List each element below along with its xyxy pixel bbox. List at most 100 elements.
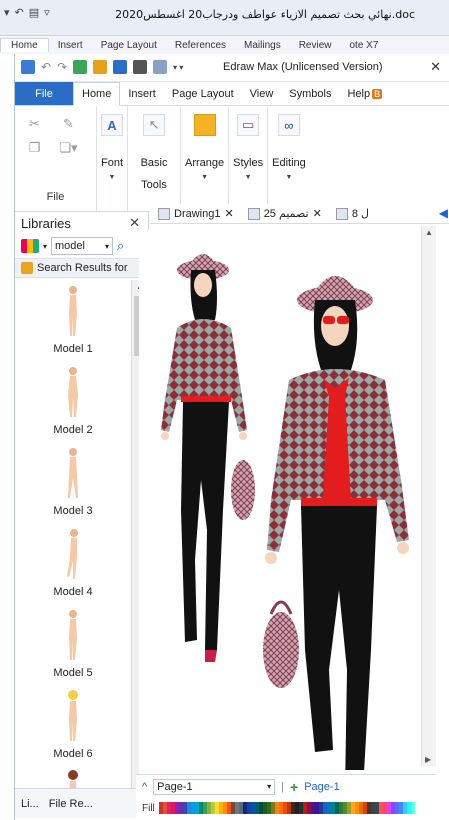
word-tab-page-layout[interactable]: Page Layout xyxy=(92,40,166,51)
document-icon xyxy=(158,207,170,220)
menu-page-layout[interactable]: Page Layout xyxy=(164,82,242,105)
arrange-label: Arrange xyxy=(185,157,225,169)
paste-icon[interactable]: ❏▾ xyxy=(59,140,79,156)
document-icon xyxy=(335,207,348,220)
menu-view[interactable]: View xyxy=(242,82,282,105)
qa-more-icon[interactable]: ▾ ▾ xyxy=(173,63,183,72)
word-quick-access: ▾ ↶ ▤ ▿ xyxy=(4,6,50,19)
color-swatch[interactable] xyxy=(410,802,415,814)
canvas-scrollbar[interactable]: ▲ ▶ xyxy=(421,226,436,766)
model-figure-icon xyxy=(68,770,78,788)
ribbon: ✂ ✎ ❐ ❏▾ File A Font ▼ ↖ Basic Tools Arr… xyxy=(15,106,449,212)
edraw-app-title: Edraw Max (Unlicensed Version) xyxy=(223,61,383,73)
close-icon[interactable]: ✕ xyxy=(430,59,441,75)
model-label: Model 5 xyxy=(53,667,93,679)
styles-label: Styles xyxy=(233,157,264,169)
tab-design-25-label: تصميم 25 xyxy=(263,208,309,220)
new-icon[interactable] xyxy=(73,60,88,74)
list-item[interactable]: Model 1 xyxy=(15,280,131,361)
list-item[interactable]: Model 3 xyxy=(15,442,131,523)
edraw-menubar: File Home Insert Page Layout View Symbol… xyxy=(15,82,449,106)
fill-label: Fill xyxy=(142,802,155,814)
word-tab-note[interactable]: ote X7 xyxy=(341,40,388,51)
basic-tools-button[interactable]: ↖ Basic Tools xyxy=(128,106,180,196)
menu-file[interactable]: File xyxy=(15,82,73,105)
search-icon[interactable]: ⌕ xyxy=(117,238,124,254)
word-undo-icon[interactable]: ↶ xyxy=(15,6,24,19)
menu-symbols[interactable]: Symbols xyxy=(281,82,339,105)
library-search-input[interactable]: model ▾ xyxy=(51,237,114,255)
pointer-icon: ↖ xyxy=(143,114,166,136)
model-label: Model 1 xyxy=(53,343,93,355)
page-selector-value: Page-1 xyxy=(157,780,193,793)
page-tab[interactable]: Page-1 xyxy=(304,781,339,793)
list-item[interactable]: Model 2 xyxy=(15,361,131,442)
tab-drawing1-label: Drawing1 xyxy=(174,207,221,220)
add-page-icon[interactable]: + xyxy=(290,779,298,795)
word-ruler-icon[interactable]: ▤ xyxy=(29,6,39,19)
close-icon[interactable]: ✕ xyxy=(313,207,322,220)
fill-palette-bar: Fill xyxy=(136,798,436,818)
undo-icon[interactable]: ↶ xyxy=(41,60,51,74)
page-selector[interactable]: Page-1 ▾ xyxy=(153,778,276,795)
chevron-down-icon[interactable]: ▾ xyxy=(43,242,47,251)
format-painter-icon[interactable]: ✎ xyxy=(59,116,79,132)
word-tab-references[interactable]: References xyxy=(166,40,235,51)
open-icon[interactable] xyxy=(93,60,108,74)
word-tab-insert[interactable]: Insert xyxy=(49,40,92,51)
ribbon-group-editing: ∞ Editing ▼ xyxy=(268,106,310,211)
editing-button[interactable]: ∞ Editing ▼ xyxy=(268,106,310,181)
tab-libraries[interactable]: Li... xyxy=(21,798,39,810)
list-item[interactable]: Model 5 xyxy=(15,604,131,685)
list-item[interactable] xyxy=(15,766,131,788)
libraries-title: Libraries xyxy=(21,215,71,231)
binoculars-icon: ∞ xyxy=(277,114,300,136)
tab-drawing1[interactable]: Drawing1 ✕ xyxy=(158,207,234,220)
cut-icon[interactable]: ✂ xyxy=(25,116,45,132)
word-qa-more-icon[interactable]: ▿ xyxy=(44,6,50,19)
word-titlebar: ▾ ↶ ▤ ▿ نهائي بحث تصميم الازياء عواطف ود… xyxy=(0,0,449,36)
print-icon[interactable] xyxy=(133,60,148,74)
scroll-right-icon[interactable]: ▶ xyxy=(425,755,431,764)
tab-file-recovery[interactable]: File Re... xyxy=(49,798,93,810)
model-figure-icon xyxy=(67,529,78,579)
copy-icon[interactable]: ❐ xyxy=(25,140,45,156)
figure-front xyxy=(263,276,409,790)
menu-insert[interactable]: Insert xyxy=(120,82,164,105)
export-icon[interactable] xyxy=(153,60,168,74)
word-minimize-icon[interactable]: ▾ xyxy=(4,6,10,19)
styles-button[interactable]: ▭ Styles ▼ xyxy=(229,106,267,181)
color-palette[interactable] xyxy=(158,802,415,814)
styles-icon: ▭ xyxy=(237,114,260,136)
list-item[interactable]: Model 4 xyxy=(15,523,131,604)
library-category-icon[interactable] xyxy=(21,239,39,253)
editing-label: Editing xyxy=(272,157,306,169)
font-button[interactable]: A Font ▼ xyxy=(97,106,127,181)
model-figure-icon xyxy=(69,286,77,336)
ribbon-group-font: A Font ▼ xyxy=(97,106,129,211)
scroll-up-icon[interactable]: ▲ xyxy=(425,228,433,237)
search-results-bar[interactable]: Search Results for xyxy=(15,258,148,278)
menu-home[interactable]: Home xyxy=(73,82,121,106)
word-tab-review[interactable]: Review xyxy=(290,40,341,51)
results-icon xyxy=(21,262,33,274)
word-tab-mailings[interactable]: Mailings xyxy=(235,40,290,51)
word-tab-home[interactable]: Home xyxy=(0,38,49,52)
list-item[interactable]: Model 6 xyxy=(15,685,131,766)
redo-icon[interactable]: ↷ xyxy=(57,60,67,74)
arrange-button[interactable]: Arrange ▼ xyxy=(181,106,228,181)
tab-document-8[interactable]: 8 ل xyxy=(335,207,369,220)
ribbon-file-label: File xyxy=(46,191,65,203)
drawing-canvas[interactable] xyxy=(139,230,419,790)
save-icon[interactable] xyxy=(113,60,128,74)
close-icon[interactable]: ✕ xyxy=(224,207,233,220)
model-label: Model 3 xyxy=(53,505,93,517)
page-up-icon[interactable]: ^ xyxy=(142,781,147,793)
chevron-down-icon: ▼ xyxy=(108,174,116,181)
model-figure-icon xyxy=(68,690,78,741)
ribbon-group-styles: ▭ Styles ▼ xyxy=(229,106,269,211)
menu-help[interactable]: Help B xyxy=(339,82,390,105)
libraries-close-icon[interactable]: ✕ xyxy=(129,215,140,231)
tab-nav-left-icon[interactable]: ◀ xyxy=(439,206,448,220)
tab-design-25[interactable]: تصميم 25 ✕ xyxy=(247,207,322,220)
